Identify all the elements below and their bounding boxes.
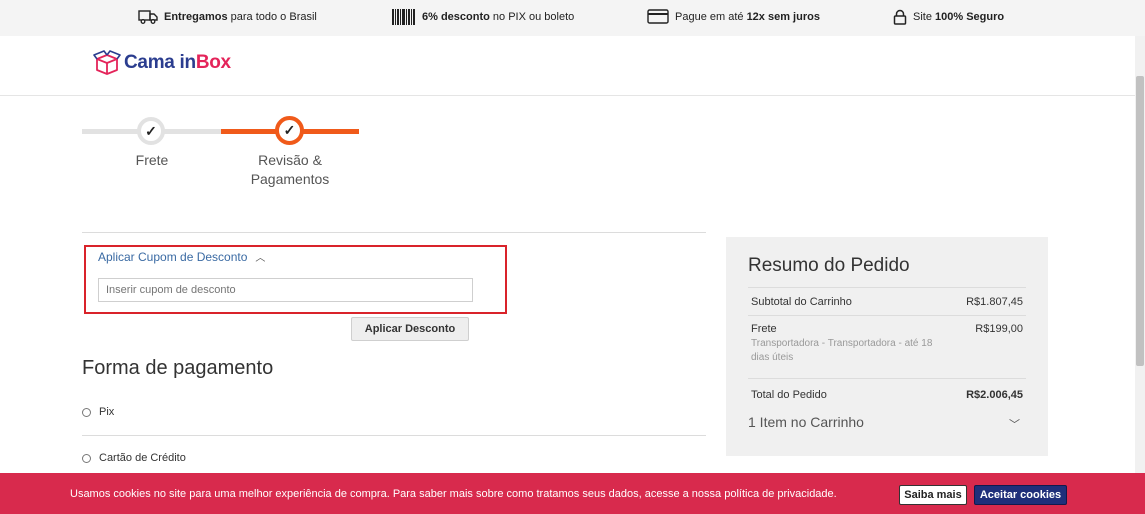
coupon-input[interactable] [98,278,473,302]
subtotal-value: R$1.807,45 [966,296,1023,308]
cart-items-label: 1 Item no Carrinho [748,414,864,430]
apply-discount-button[interactable]: Aplicar Desconto [351,317,469,341]
site-logo[interactable]: Cama inBox [93,50,231,76]
page-scrollbar[interactable] [1135,36,1145,514]
secure-info: Site 100% Seguro [893,0,1004,33]
chevron-down-icon: ﹀ [1009,419,1020,431]
accept-cookies-button[interactable]: Aceitar cookies [974,485,1067,505]
scrollbar-thumb[interactable] [1136,76,1144,366]
total-row: Total do Pedido R$2.006,45 [751,389,1023,401]
discount-rest: no PIX ou boleto [492,10,575,23]
total-value: R$2.006,45 [966,389,1023,401]
shipping-value: R$199,00 [975,323,1023,335]
delivery-bold: Entregamos [164,10,228,23]
summary-divider [748,287,1026,288]
payment-divider [82,435,706,436]
payment-option-pix[interactable]: Pix [82,406,114,418]
cart-items-toggle[interactable]: 1 Item no Carrinho ﹀ [748,414,1024,431]
order-summary-title: Resumo do Pedido [748,255,910,276]
discount-info: 6% desconto no PIX ou boleto [392,0,574,33]
radio-credit-card[interactable] [82,453,91,463]
payment-option-label: Cartão de Crédito [99,452,186,464]
subtotal-row: Subtotal do Carrinho R$1.807,45 [751,296,1023,308]
secure-bold: 100% Seguro [935,10,1005,23]
top-info-bar: Entregamos para todo o Brasil 6% descont… [0,0,1145,36]
summary-divider [748,378,1026,379]
barcode-icon [392,8,415,25]
chevron-up-icon: ︿ [255,253,266,264]
box-logo-icon [93,50,121,75]
shipping-label: Frete [751,323,777,335]
site-header: Cama inBox [0,36,1145,96]
payment-option-credit-card[interactable]: Cartão de Crédito [82,452,186,464]
discount-bold: 6% desconto [422,10,490,23]
logo-part-box: Box [195,52,231,73]
payment-option-label: Pix [99,406,115,418]
payment-section-title: Forma de pagamento [82,357,274,379]
learn-more-button[interactable]: Saiba mais [899,485,967,505]
shipping-description: Transportadora - Transportadora - até 18… [751,338,933,363]
credit-card-icon [647,9,669,24]
logo-wordmark: Cama inBox [124,52,231,74]
truck-icon [138,9,158,24]
step-payment-check-icon[interactable]: ✓ [275,116,304,145]
step-label-frete[interactable]: Frete [122,151,182,170]
step-frete-check-icon[interactable]: ✓ [137,117,165,145]
section-divider [82,232,706,233]
secure-pre: Site [913,10,932,23]
coupon-toggle-label: Aplicar Cupom de Desconto [98,249,248,264]
installments-bold: 12x sem juros [746,10,820,23]
subtotal-label: Subtotal do Carrinho [751,296,852,308]
logo-part-cama: Cama [124,52,180,73]
shipping-row: Frete R$199,00 [751,323,1023,335]
total-label: Total do Pedido [751,389,827,401]
installments-info: Pague em até 12x sem juros [647,0,820,33]
radio-pix[interactable] [82,407,91,417]
delivery-info: Entregamos para todo o Brasil [138,0,317,33]
step-label-payment[interactable]: Revisão & Pagamentos [240,151,340,189]
summary-divider [748,315,1026,316]
installments-pre: Pague em até [675,10,744,23]
logo-part-in: in [179,52,197,73]
cookie-message: Usamos cookies no site para uma melhor e… [70,488,837,500]
delivery-rest: para todo o Brasil [230,10,317,23]
lock-icon [893,9,907,25]
coupon-toggle[interactable]: Aplicar Cupom de Desconto ︿ [98,249,266,265]
